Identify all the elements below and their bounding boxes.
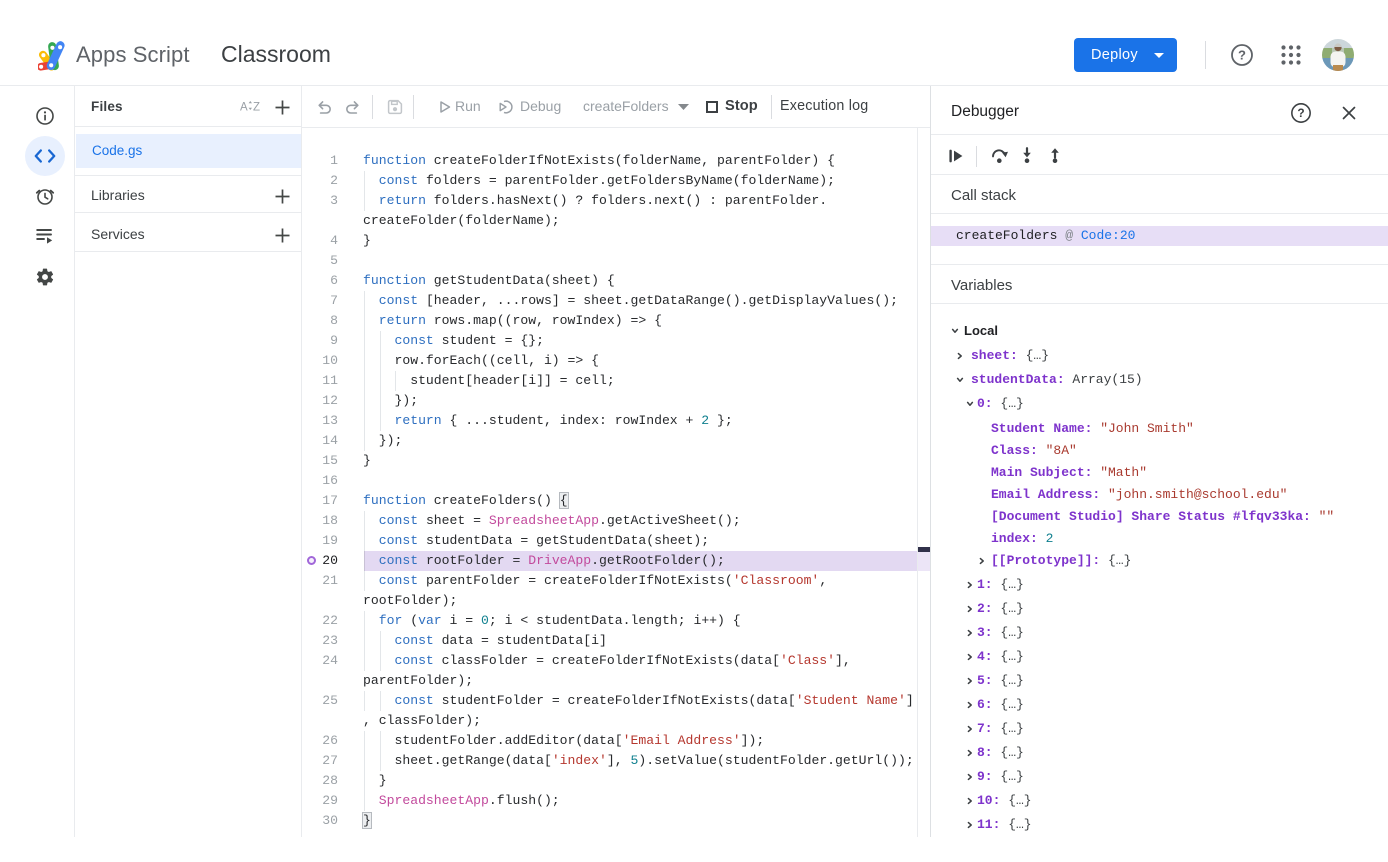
svg-text:?: ? bbox=[1238, 48, 1246, 63]
svg-text:Z: Z bbox=[253, 102, 260, 114]
svg-text:A: A bbox=[240, 102, 248, 114]
